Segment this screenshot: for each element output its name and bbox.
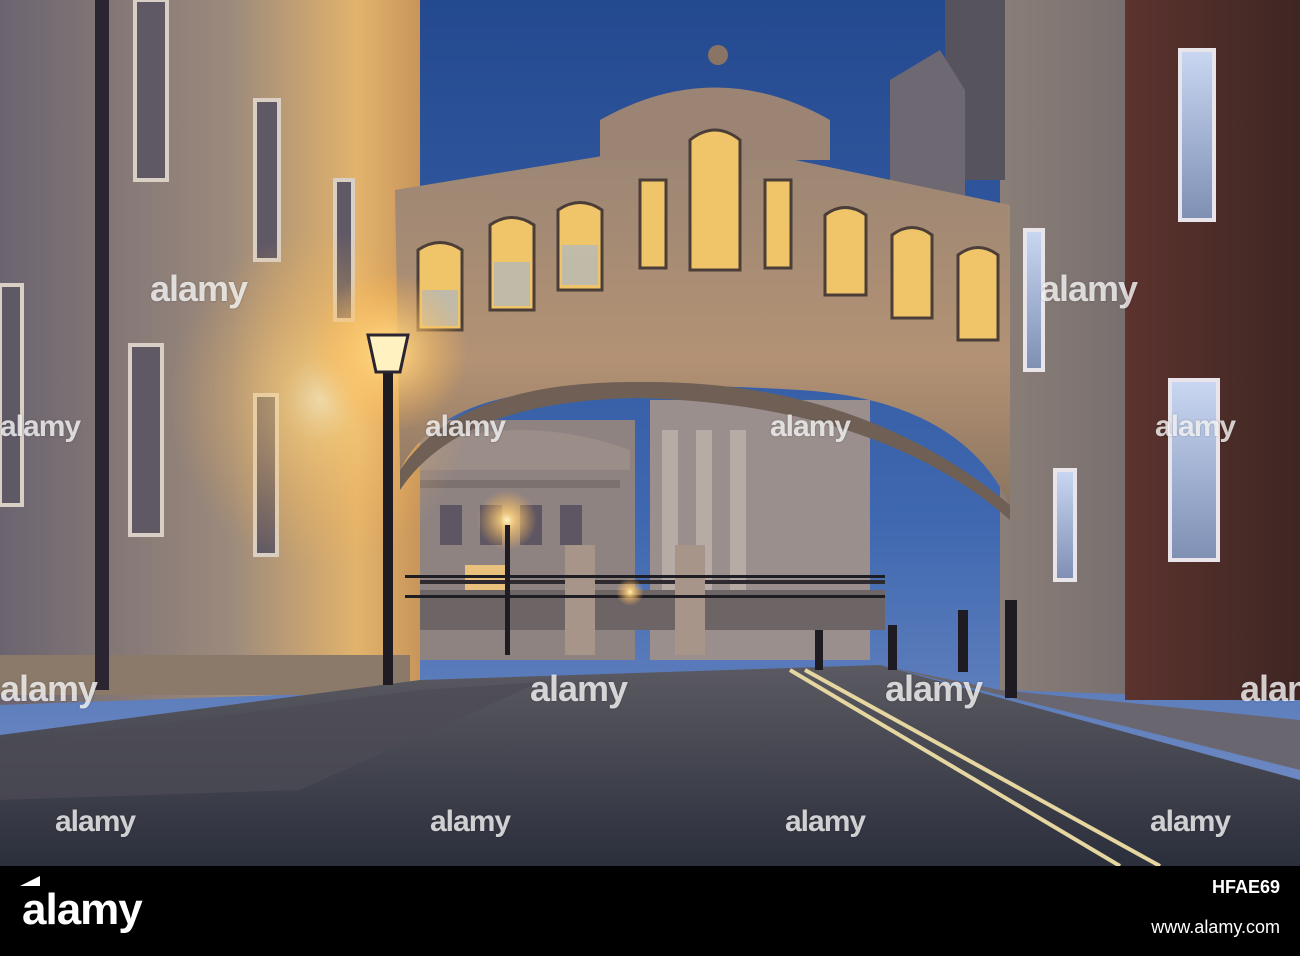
watermark-text: alamy	[0, 668, 98, 709]
watermark-text: alamy	[1240, 668, 1300, 709]
watermark-text: alamy	[885, 668, 983, 709]
watermark-text: alamy	[150, 268, 248, 309]
photo: alamy alamy alamy alamy alamy alamy alam…	[0, 0, 1300, 866]
watermark-text: alamy	[1150, 805, 1231, 838]
watermark-text: alamy	[1155, 410, 1236, 443]
watermark-text: alamy	[1040, 268, 1138, 309]
site-url[interactable]: www.alamy.com	[1151, 916, 1280, 938]
image-id: HFAE69	[1211, 877, 1280, 897]
brand-text: alamy	[22, 885, 143, 934]
footer-bar: alamy HFAE69 www.alamy.com	[0, 866, 1300, 956]
logo-wedge-icon	[20, 876, 40, 886]
watermark-text: alamy	[785, 805, 866, 838]
watermark-text: alamy	[530, 668, 628, 709]
watermark-text: alamy	[430, 805, 511, 838]
watermark-text: alamy	[425, 410, 506, 443]
watermark-text: alamy	[770, 410, 851, 443]
street-scene	[0, 0, 1300, 866]
brand-logo[interactable]: alamy	[20, 876, 143, 934]
watermark-text: alamy	[55, 805, 136, 838]
watermark-text: alamy	[0, 410, 81, 443]
